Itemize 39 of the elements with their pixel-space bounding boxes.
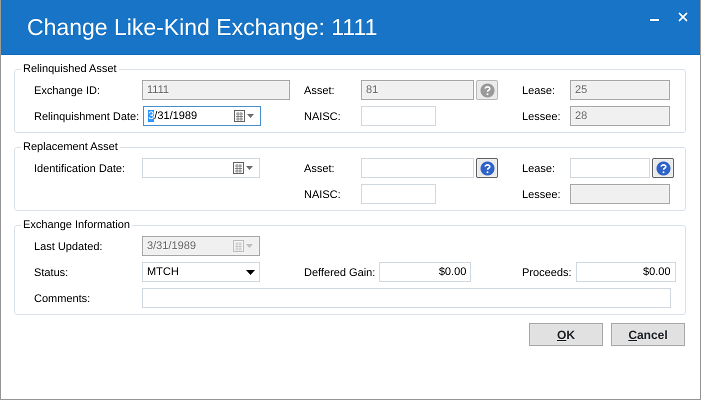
field-label: Asset: [304, 85, 335, 97]
group-title: Relinquished Asset [21, 62, 119, 76]
dialog-button[interactable]: OK [529, 323, 603, 346]
field-label: Lease: [522, 85, 556, 97]
field-label: Relinquishment Date: [34, 111, 140, 123]
field-label: NAISC: [304, 111, 341, 123]
date-picker[interactable]: 3/31/1989 [143, 106, 262, 126]
window-title: Change Like-Kind Exchange: 1111 [27, 13, 378, 42]
dialog-button[interactable]: Cancel [611, 323, 685, 346]
field-label: Comments: [34, 293, 90, 305]
field-label: Proceeds: [522, 267, 572, 279]
group-title: Exchange Information [21, 218, 132, 232]
close-icon[interactable] [678, 12, 688, 22]
field-label: Exchange ID: [34, 85, 100, 97]
field-label: NAISC: [304, 189, 341, 201]
field-label: Lessee: [522, 111, 561, 123]
calendar-dropdown-icon[interactable] [234, 110, 256, 122]
calendar-dropdown-icon[interactable] [233, 162, 255, 174]
field-label: Status: [34, 267, 68, 279]
input-field[interactable]: $0.00 [379, 262, 472, 282]
help-button[interactable] [652, 158, 674, 178]
help-button[interactable] [476, 158, 498, 178]
input-field[interactable] [570, 158, 650, 178]
input-field[interactable] [142, 288, 671, 308]
help-button[interactable] [476, 80, 498, 100]
field-label: Asset: [304, 163, 335, 175]
input-field[interactable]: $0.00 [576, 262, 676, 282]
dropdown[interactable]: MTCH [142, 262, 260, 282]
group-title: Replacement Asset [21, 140, 120, 154]
caret-icon[interactable] [246, 270, 255, 274]
input-field[interactable] [361, 158, 474, 178]
field-label: Last Updated: [34, 241, 102, 253]
field-label: Lease: [522, 163, 556, 175]
input-field[interactable] [361, 106, 436, 126]
field-label: Identification Date: [34, 163, 126, 175]
field-label: Lessee: [522, 189, 561, 201]
field-label: Deffered Gain: [304, 267, 376, 279]
date-picker[interactable] [142, 158, 260, 178]
input-field[interactable] [361, 184, 436, 204]
